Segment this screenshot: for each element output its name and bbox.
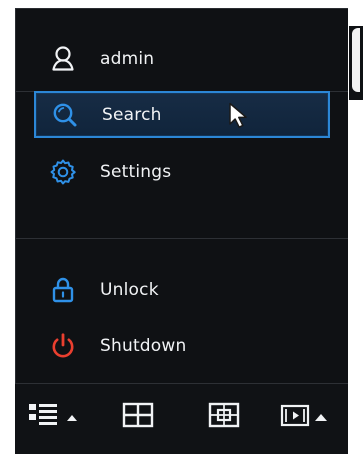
gear-icon	[48, 157, 78, 187]
chevron-up-icon	[65, 408, 79, 427]
main-menu-screen: admin Search Settings Unlock Shutdown	[0, 0, 363, 454]
chevron-up-icon	[313, 408, 329, 427]
search-icon	[50, 100, 80, 130]
shutdown-label: Shutdown	[100, 336, 187, 356]
quad-grid-button[interactable]	[118, 401, 158, 433]
mouse-pointer-icon	[229, 102, 247, 128]
menu-item-unlock[interactable]: Unlock	[34, 268, 330, 312]
user-label: admin	[100, 49, 155, 69]
bottom-toolbar	[15, 383, 348, 454]
playback-icon	[279, 400, 313, 434]
playback-menu-button[interactable]	[273, 401, 335, 433]
unlock-label: Unlock	[100, 280, 159, 300]
user-icon	[48, 44, 78, 74]
search-label: Search	[102, 104, 162, 125]
layout-list-icon	[27, 400, 65, 434]
lock-icon	[48, 275, 78, 305]
power-icon	[48, 331, 78, 361]
menu-item-search[interactable]: Search	[34, 91, 330, 138]
camera-view-button[interactable]	[204, 401, 244, 433]
quad-grid-icon	[121, 400, 155, 434]
menu-item-shutdown[interactable]: Shutdown	[34, 324, 330, 368]
menu-user-admin[interactable]: admin	[34, 38, 330, 80]
window-edge-fragment	[349, 26, 363, 100]
camera-view-icon	[207, 400, 241, 434]
settings-label: Settings	[100, 162, 172, 182]
menu-item-settings[interactable]: Settings	[34, 150, 330, 194]
menu-divider	[16, 238, 348, 239]
layout-menu-button[interactable]	[25, 401, 81, 433]
